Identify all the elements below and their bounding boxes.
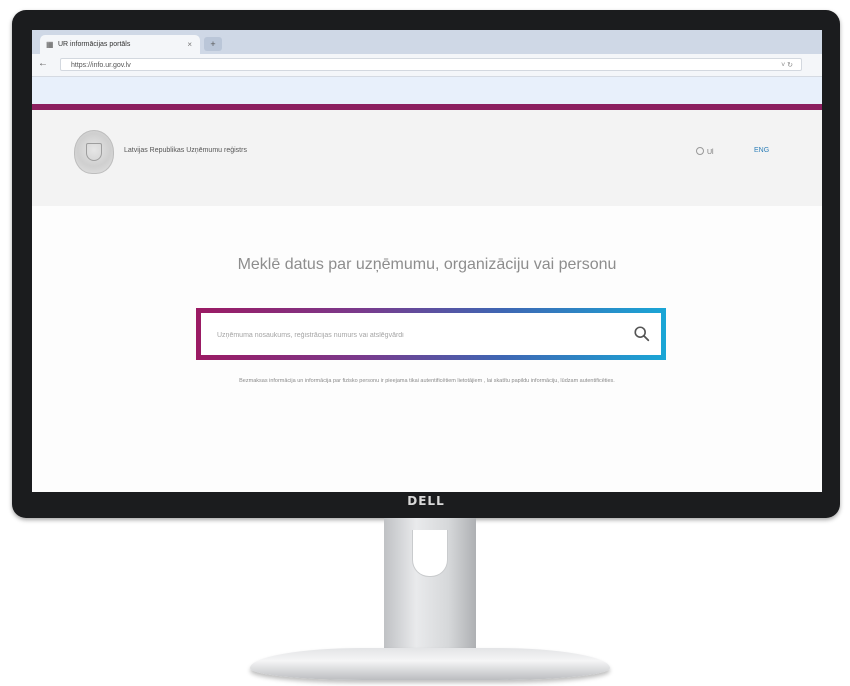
bookmarks-bar <box>32 77 822 104</box>
monitor-stand-neck <box>384 518 476 658</box>
site-header: Latvijas Republikas Uzņēmumu reģistrs Ul… <box>32 110 822 206</box>
tab-title: UR informācijas portāls <box>58 41 131 48</box>
new-tab-button[interactable]: + <box>204 37 222 51</box>
search-input[interactable] <box>215 313 619 357</box>
back-arrow-icon[interactable]: ← <box>38 58 48 69</box>
page-headline: Meklē datus par uzņēmumu, organizāciju v… <box>237 256 617 273</box>
dell-logo: DELL <box>407 494 445 508</box>
monitor-bezel: ▦ UR informācijas portāls × + ← https://… <box>12 10 840 518</box>
tab-close-icon[interactable]: × <box>187 35 192 54</box>
crest-logo-icon[interactable] <box>74 130 114 174</box>
language-switch[interactable]: ENG <box>754 147 769 154</box>
browser-tab[interactable]: ▦ UR informācijas portāls × <box>40 35 200 54</box>
search-icon[interactable] <box>633 325 651 343</box>
cable-hole <box>412 530 448 577</box>
organization-name[interactable]: Latvijas Republikas Uzņēmumu reģistrs <box>124 147 247 154</box>
auth-notice: Bezmaksas informācija un informācija par… <box>239 378 615 384</box>
user-icon <box>696 147 704 155</box>
address-field[interactable]: https://info.ur.gov.lv ˅ ↻ <box>60 58 802 71</box>
favicon-icon: ▦ <box>46 40 54 49</box>
tab-bar: ▦ UR informācijas portāls × + <box>32 30 822 54</box>
url-bar: ← https://info.ur.gov.lv ˅ ↻ <box>32 54 822 77</box>
login-label: Ul <box>707 149 714 156</box>
address-text: https://info.ur.gov.lv <box>71 62 131 69</box>
search-box <box>201 313 661 357</box>
monitor-stand-base <box>250 648 610 680</box>
browser-window: ▦ UR informācijas portāls × + ← https://… <box>32 30 822 492</box>
search-frame <box>196 308 666 360</box>
login-link[interactable]: Ul <box>696 147 714 156</box>
reload-icon[interactable]: ˅ ↻ <box>781 59 793 72</box>
